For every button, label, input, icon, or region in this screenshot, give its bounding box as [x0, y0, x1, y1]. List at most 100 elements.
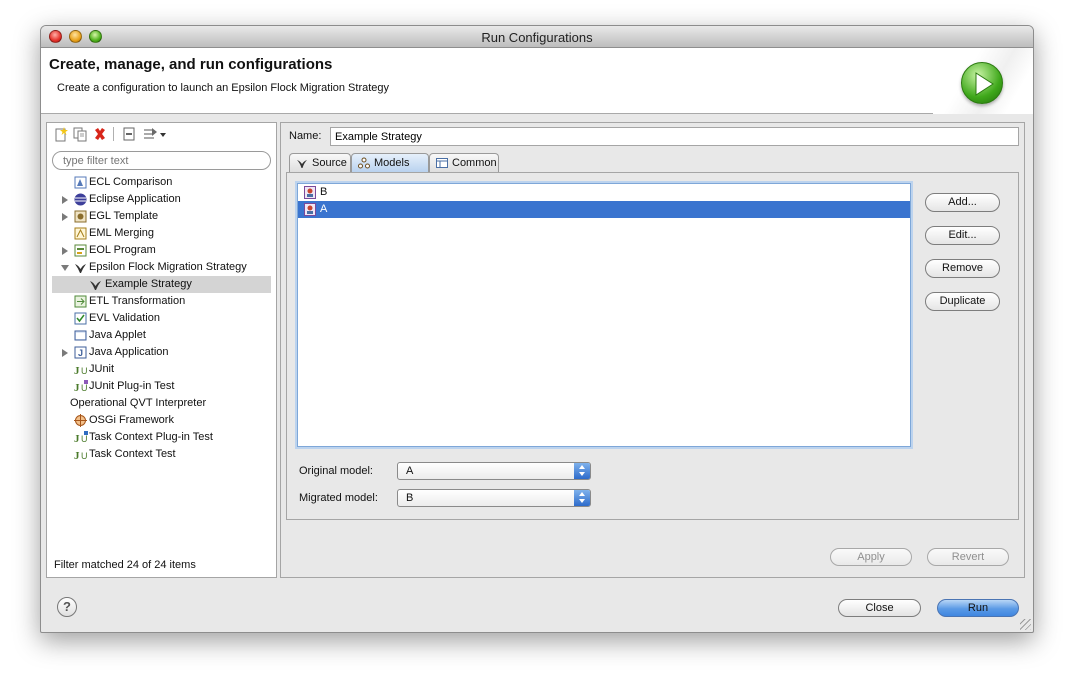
remove-model-button[interactable]: Remove	[925, 259, 1000, 278]
tree-item-evl-validation[interactable]: EVL Validation	[47, 310, 276, 327]
duplicate-model-button[interactable]: Duplicate	[925, 292, 1000, 311]
applet-icon	[74, 329, 87, 342]
flock-icon	[74, 261, 87, 274]
tree-item-label: EML Merging	[89, 227, 155, 239]
original-model-select[interactable]: A	[397, 462, 591, 480]
tree-item-java-applet[interactable]: Java Applet	[47, 327, 276, 344]
name-label: Name:	[289, 130, 322, 142]
add-model-button[interactable]: Add...	[925, 193, 1000, 212]
task-plugin-icon: JU	[74, 431, 90, 445]
tree-item-junit[interactable]: JU JUnit	[47, 361, 276, 378]
svg-text:J: J	[74, 382, 80, 393]
tree-item-eclipse-application[interactable]: Eclipse Application	[47, 191, 276, 208]
tree-item-task-context-test[interactable]: JU Task Context Test	[47, 446, 276, 463]
tree-item-java-application[interactable]: J Java Application	[47, 344, 276, 361]
tree-item-ecl-comparison[interactable]: ECL Comparison	[47, 174, 276, 191]
tree-item-label: Java Applet	[89, 329, 146, 341]
svg-text:U: U	[81, 451, 88, 461]
expand-arrow-icon[interactable]	[62, 247, 68, 255]
original-model-label: Original model:	[299, 465, 373, 477]
tree-item-label: EGL Template	[89, 210, 159, 222]
tab-label: Source	[312, 157, 347, 169]
model-label: B	[320, 186, 328, 198]
model-icon	[304, 186, 316, 199]
delete-icon[interactable]	[92, 126, 108, 142]
migrated-model-label: Migrated model:	[299, 492, 378, 504]
revert-button[interactable]: Revert	[927, 548, 1009, 566]
help-icon[interactable]: ?	[57, 597, 77, 617]
tree-item-label: Task Context Test	[89, 448, 176, 460]
tree-item-task-context-plug-in-test[interactable]: JU Task Context Plug-in Test	[47, 429, 276, 446]
combo-arrows-icon	[574, 463, 590, 479]
configuration-editor-panel: Name: Source Models Common B	[280, 122, 1025, 578]
migrated-model-select[interactable]: B	[397, 489, 591, 507]
expand-arrow-icon[interactable]	[62, 196, 68, 204]
window-title: Run Configurations	[481, 30, 593, 45]
tab-common[interactable]: Common	[429, 153, 499, 172]
models-list[interactable]: B A	[297, 183, 911, 447]
eclipse-icon	[74, 193, 87, 206]
tree-item-label: Java Application	[89, 346, 169, 358]
tree-item-eol-program[interactable]: EOL Program	[47, 242, 276, 259]
filter-icon[interactable]	[142, 126, 168, 142]
apply-button[interactable]: Apply	[830, 548, 912, 566]
tree-item-example-strategy[interactable]: Example Strategy	[52, 276, 271, 293]
dialog-title: Create, manage, and run configurations	[49, 56, 333, 73]
duplicate-icon[interactable]	[72, 126, 88, 142]
name-input[interactable]	[330, 127, 1019, 146]
ecl-icon	[74, 176, 87, 189]
tree-item-label: ETL Transformation	[89, 295, 186, 307]
svg-text:J: J	[74, 433, 80, 444]
toolbar-separator	[113, 127, 114, 141]
tab-source[interactable]: Source	[289, 153, 351, 172]
tree-item-label: Operational QVT Interpreter	[70, 397, 207, 409]
task-test-icon: JU	[74, 448, 90, 462]
tree-item-operational-qvt-interpreter[interactable]: Operational QVT Interpreter	[47, 395, 276, 412]
combo-arrows-icon	[574, 490, 590, 506]
run-button[interactable]: Run	[937, 599, 1019, 617]
evl-icon	[74, 312, 87, 325]
eol-icon	[74, 244, 87, 257]
svg-text:J: J	[74, 450, 80, 461]
tree-item-label: ECL Comparison	[89, 176, 173, 188]
tree-item-label: OSGi Framework	[89, 414, 174, 426]
dialog-header: Create, manage, and run configurations C…	[41, 48, 1033, 114]
model-icon	[304, 203, 316, 216]
eml-icon	[74, 227, 87, 240]
expand-arrow-icon[interactable]	[62, 213, 68, 221]
new-configuration-icon[interactable]	[53, 126, 69, 142]
tree-item-junit-plug-in-test[interactable]: JU JUnit Plug-in Test	[47, 378, 276, 395]
tree-item-etl-transformation[interactable]: ETL Transformation	[47, 293, 276, 310]
filter-input[interactable]	[52, 151, 271, 170]
tab-models[interactable]: Models	[351, 153, 429, 172]
tree-item-label: Task Context Plug-in Test	[89, 431, 213, 443]
junit-plugin-icon: JU	[74, 380, 90, 394]
tree-item-eml-merging[interactable]: EML Merging	[47, 225, 276, 242]
model-list-item-a[interactable]: A	[298, 201, 910, 218]
collapse-all-icon[interactable]	[121, 126, 137, 142]
tree-item-osgi-framework[interactable]: OSGi Framework	[47, 412, 276, 429]
edit-model-button[interactable]: Edit...	[925, 226, 1000, 245]
tree-item-label: EVL Validation	[89, 312, 160, 324]
tree-item-egl-template[interactable]: EGL Template	[47, 208, 276, 225]
junit-icon: JU	[74, 363, 90, 377]
tree-item-label: Epsilon Flock Migration Strategy	[89, 261, 247, 273]
svg-text:J: J	[74, 365, 80, 376]
svg-text:U: U	[81, 434, 88, 444]
model-list-item-b[interactable]: B	[298, 184, 910, 201]
models-tab-panel: B A Add... Edit... Remove Duplicate Orig…	[286, 172, 1019, 520]
filter-status-text: Filter matched 24 of 24 items	[54, 559, 196, 571]
etl-icon	[74, 295, 87, 308]
tree-item-label: EOL Program	[89, 244, 156, 256]
tree-item-epsilon-flock-migration-strategy[interactable]: Epsilon Flock Migration Strategy	[47, 259, 276, 276]
configuration-tree-panel: ECL Comparison Eclipse Application EGL T…	[46, 122, 277, 578]
osgi-icon	[74, 414, 87, 427]
configuration-tree: ECL Comparison Eclipse Application EGL T…	[47, 174, 276, 463]
original-model-value: A	[406, 465, 414, 477]
collapse-arrow-icon[interactable]	[61, 265, 69, 271]
tab-label: Models	[374, 157, 410, 169]
expand-arrow-icon[interactable]	[62, 349, 68, 357]
close-button[interactable]: Close	[838, 599, 921, 617]
resize-grip-icon[interactable]	[1020, 619, 1031, 630]
tree-item-label: Eclipse Application	[89, 193, 181, 205]
